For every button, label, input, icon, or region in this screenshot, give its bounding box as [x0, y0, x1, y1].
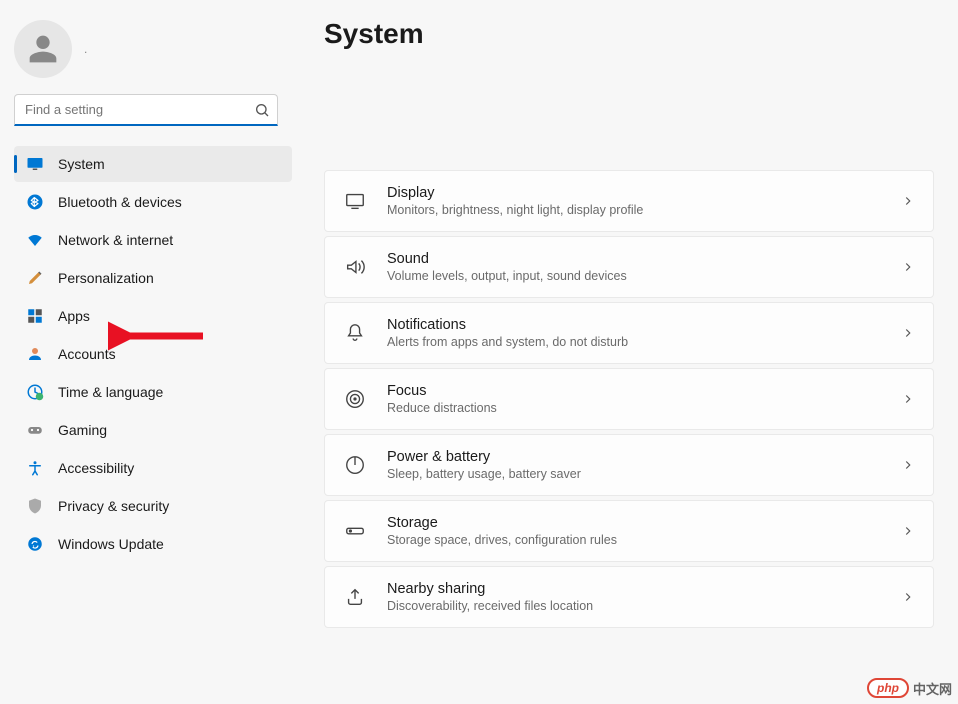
sidebar-item-time-language[interactable]: Time & language	[14, 374, 292, 410]
accounts-icon	[26, 345, 44, 363]
paintbrush-icon	[26, 269, 44, 287]
chevron-right-icon	[901, 326, 915, 340]
chevron-right-icon	[901, 590, 915, 604]
user-name: .	[84, 42, 87, 56]
bell-icon	[343, 321, 367, 345]
power-icon	[343, 453, 367, 477]
card-subtitle: Reduce distractions	[387, 401, 881, 415]
sidebar: . System Bluetooth & devices Network & i	[0, 0, 300, 704]
sidebar-item-label: System	[58, 156, 105, 172]
avatar	[14, 20, 72, 78]
sidebar-item-network[interactable]: Network & internet	[14, 222, 292, 258]
settings-list: Display Monitors, brightness, night ligh…	[324, 170, 934, 648]
card-title: Focus	[387, 383, 881, 399]
shield-icon	[26, 497, 44, 515]
sidebar-nav: System Bluetooth & devices Network & int…	[0, 140, 292, 562]
sidebar-item-label: Privacy & security	[58, 498, 169, 514]
card-notifications[interactable]: Notifications Alerts from apps and syste…	[324, 302, 934, 364]
sidebar-item-bluetooth[interactable]: Bluetooth & devices	[14, 184, 292, 220]
page-title: System	[324, 18, 934, 50]
clock-globe-icon	[26, 383, 44, 401]
apps-icon	[26, 307, 44, 325]
sidebar-item-accounts[interactable]: Accounts	[14, 336, 292, 372]
search-input[interactable]	[14, 94, 278, 126]
chevron-right-icon	[901, 392, 915, 406]
sidebar-item-label: Apps	[58, 308, 90, 324]
card-title: Storage	[387, 515, 881, 531]
monitor-icon	[26, 155, 44, 173]
sidebar-item-label: Windows Update	[58, 536, 164, 552]
search-box[interactable]	[14, 94, 278, 126]
card-title: Sound	[387, 251, 881, 267]
person-icon	[27, 33, 59, 65]
card-subtitle: Monitors, brightness, night light, displ…	[387, 203, 881, 217]
gamepad-icon	[26, 421, 44, 439]
chevron-right-icon	[901, 260, 915, 274]
card-subtitle: Storage space, drives, configuration rul…	[387, 533, 881, 547]
sidebar-item-label: Accessibility	[58, 460, 134, 476]
chevron-right-icon	[901, 194, 915, 208]
card-title: Display	[387, 185, 881, 201]
card-subtitle: Alerts from apps and system, do not dist…	[387, 335, 881, 349]
card-focus[interactable]: Focus Reduce distractions	[324, 368, 934, 430]
card-storage[interactable]: Storage Storage space, drives, configura…	[324, 500, 934, 562]
sidebar-item-windows-update[interactable]: Windows Update	[14, 526, 292, 562]
search-icon	[254, 102, 270, 118]
sidebar-item-system[interactable]: System	[14, 146, 292, 182]
accessibility-icon	[26, 459, 44, 477]
chevron-right-icon	[901, 524, 915, 538]
card-title: Nearby sharing	[387, 581, 881, 597]
card-title: Notifications	[387, 317, 881, 333]
share-icon	[343, 585, 367, 609]
sidebar-item-apps[interactable]: Apps	[14, 298, 292, 334]
sidebar-item-label: Gaming	[58, 422, 107, 438]
sound-icon	[343, 255, 367, 279]
card-sound[interactable]: Sound Volume levels, output, input, soun…	[324, 236, 934, 298]
card-subtitle: Sleep, battery usage, battery saver	[387, 467, 881, 481]
card-power-battery[interactable]: Power & battery Sleep, battery usage, ba…	[324, 434, 934, 496]
sidebar-item-label: Time & language	[58, 384, 163, 400]
sidebar-item-personalization[interactable]: Personalization	[14, 260, 292, 296]
display-icon	[343, 189, 367, 213]
sidebar-item-label: Bluetooth & devices	[58, 194, 182, 210]
sidebar-item-label: Accounts	[58, 346, 116, 362]
sidebar-item-gaming[interactable]: Gaming	[14, 412, 292, 448]
card-title: Power & battery	[387, 449, 881, 465]
card-display[interactable]: Display Monitors, brightness, night ligh…	[324, 170, 934, 232]
focus-icon	[343, 387, 367, 411]
main-panel: System Display Monitors, brightness, nig…	[300, 0, 958, 704]
chevron-right-icon	[901, 458, 915, 472]
sidebar-item-privacy-security[interactable]: Privacy & security	[14, 488, 292, 524]
user-profile[interactable]: .	[0, 12, 292, 94]
sidebar-item-label: Network & internet	[58, 232, 173, 248]
storage-icon	[343, 519, 367, 543]
card-subtitle: Volume levels, output, input, sound devi…	[387, 269, 881, 283]
update-icon	[26, 535, 44, 553]
card-nearby-sharing[interactable]: Nearby sharing Discoverability, received…	[324, 566, 934, 628]
sidebar-item-label: Personalization	[58, 270, 154, 286]
sidebar-item-accessibility[interactable]: Accessibility	[14, 450, 292, 486]
bluetooth-icon	[26, 193, 44, 211]
card-subtitle: Discoverability, received files location	[387, 599, 881, 613]
wifi-icon	[26, 231, 44, 249]
